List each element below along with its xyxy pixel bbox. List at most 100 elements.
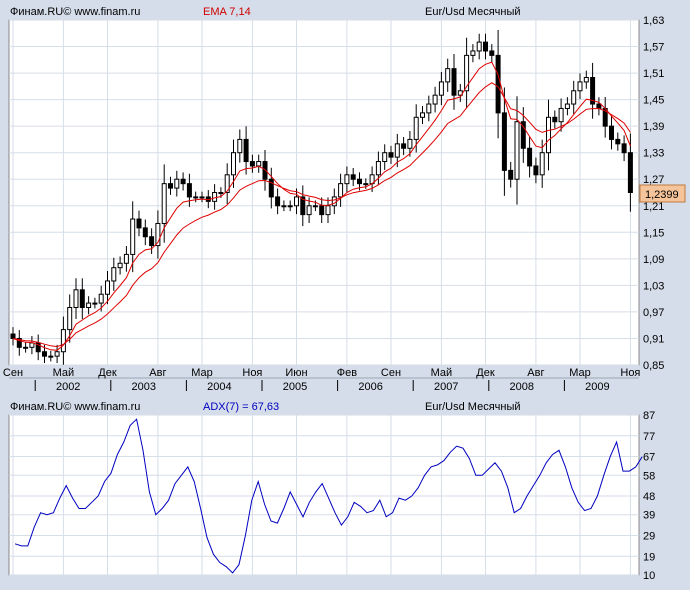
candle-body: [306, 205, 312, 216]
candle-body: [407, 138, 413, 149]
candle-body: [312, 205, 318, 208]
x-month-label: Июн: [285, 367, 307, 379]
candle-body: [79, 289, 85, 308]
x-month-label: Май: [53, 367, 75, 379]
bottom-y-tick-label: 77: [643, 431, 655, 443]
x-year-label: 2006: [358, 381, 382, 393]
top-y-tick-label: 1,51: [643, 68, 664, 80]
x-month-label: Сен: [381, 367, 401, 379]
x-month-label: Дек: [476, 367, 495, 379]
candle-body: [338, 183, 344, 198]
candle-body: [363, 183, 369, 186]
candle-body: [42, 351, 47, 357]
bottom-y-tick-label: 10: [643, 570, 655, 582]
top-y-tick-label: 0,91: [643, 333, 664, 345]
x-axis: Сен Май Дек Авг Мар Ноя Июн Фев Сен Май Дек Авг Мар Н…: [3, 367, 641, 393]
candle-body: [596, 103, 602, 109]
top-y-tick-label: 0,85: [643, 360, 664, 372]
candle-body: [243, 138, 249, 163]
candle-body: [130, 218, 136, 255]
candle-body: [489, 50, 495, 56]
candle-body: [558, 107, 564, 123]
candle-body: [445, 68, 451, 83]
bottom-y-tick-label: 39: [643, 510, 655, 522]
candle-body: [476, 41, 482, 52]
candle-body: [60, 329, 66, 353]
candle-body: [451, 68, 457, 96]
candle-body: [350, 174, 356, 180]
candle-body: [577, 81, 583, 92]
top-instrument-label: Eur/Usd Месячный: [425, 6, 521, 18]
candle-body: [23, 346, 29, 349]
top-y-tick-label: 1,63: [643, 15, 664, 27]
candle-body: [256, 161, 262, 167]
candle-body: [539, 152, 545, 176]
candle-body: [546, 116, 551, 154]
candle-body: [432, 94, 438, 105]
bottom-y-tick-label: 87: [643, 410, 655, 422]
candle-body: [382, 152, 388, 163]
bottom-source-label: Финам.RU© www.finam.ru: [10, 401, 140, 413]
bottom-y-tick-label: 29: [643, 531, 655, 543]
candle-body: [495, 54, 501, 114]
candle-body: [123, 253, 129, 264]
candle-body: [609, 125, 614, 140]
candle-body: [357, 178, 362, 185]
candle-body: [136, 218, 142, 229]
bottom-y-tick-label: 19: [643, 551, 655, 563]
x-month-label: Ноя: [242, 367, 262, 379]
candle-body: [73, 289, 79, 308]
chart-canvas: 0,85 0,91 0,97 1,03 1,09 1,15 1,21 1,27 1,33 1,39…: [3, 6, 686, 582]
candle-body: [249, 161, 255, 167]
candle-body: [331, 196, 337, 207]
x-year-label: 2008: [510, 381, 534, 393]
candle-body: [281, 205, 287, 208]
x-year-label: 2004: [207, 381, 231, 393]
x-month-label: Дек: [98, 367, 117, 379]
x-month-label: Мар: [569, 367, 591, 379]
top-y-tick-label: 0,97: [643, 307, 664, 319]
candle-body: [29, 342, 35, 348]
top-y-tick-label: 1,33: [643, 148, 664, 160]
x-month-label: Сен: [3, 367, 23, 379]
candle-body: [275, 196, 281, 207]
candle-body: [117, 262, 123, 269]
candle-body: [426, 103, 432, 114]
bottom-panel: 10 19 29 39 48 58 67 77 87 Финам.RU© www.finam.r…: [8, 401, 655, 582]
x-month-label: Фев: [337, 367, 357, 379]
candle-body: [571, 90, 577, 105]
candle-body: [98, 293, 104, 304]
top-panel: 0,85 0,91 0,97 1,03 1,09 1,15 1,21 1,27 1,33 1,39…: [8, 6, 686, 372]
x-month-label: Авг: [527, 367, 544, 379]
candle-body: [212, 192, 218, 202]
candle-body: [401, 143, 407, 149]
candle-body: [319, 205, 325, 216]
candle-body: [186, 183, 192, 198]
top-plot-area: [8, 19, 640, 366]
top-y-tick-label: 1,03: [643, 280, 664, 292]
x-month-label: Авг: [149, 367, 166, 379]
candle-body: [168, 183, 173, 189]
x-month-label: Май: [431, 367, 453, 379]
candle-body: [470, 50, 476, 56]
adx-indicator-label: ADX(7) = 67,63: [203, 401, 279, 413]
candle-body: [615, 138, 621, 145]
last-price-marker: 1,2399: [639, 184, 686, 203]
candle-body: [67, 307, 73, 331]
top-source-label: Финам.RU© www.finam.ru: [10, 6, 140, 18]
candle-body: [161, 183, 167, 224]
top-y-tick-label: 1,21: [643, 201, 664, 213]
bottom-instrument-label: Eur/Usd Месячный: [425, 401, 521, 413]
candle-body: [527, 147, 533, 167]
candle-body: [627, 152, 633, 193]
candle-body: [111, 267, 117, 282]
top-y-tick-label: 1,57: [643, 42, 664, 54]
candle-body: [237, 138, 243, 154]
candle-body: [564, 103, 570, 109]
bottom-y-axis: 10 19 29 39 48 58 67 77 87: [643, 410, 655, 582]
candle-body: [325, 205, 331, 216]
x-year-label: 2005: [283, 381, 307, 393]
x-year-label: 2009: [585, 381, 609, 393]
x-year-label: 2003: [132, 381, 156, 393]
candle-body: [483, 41, 488, 52]
